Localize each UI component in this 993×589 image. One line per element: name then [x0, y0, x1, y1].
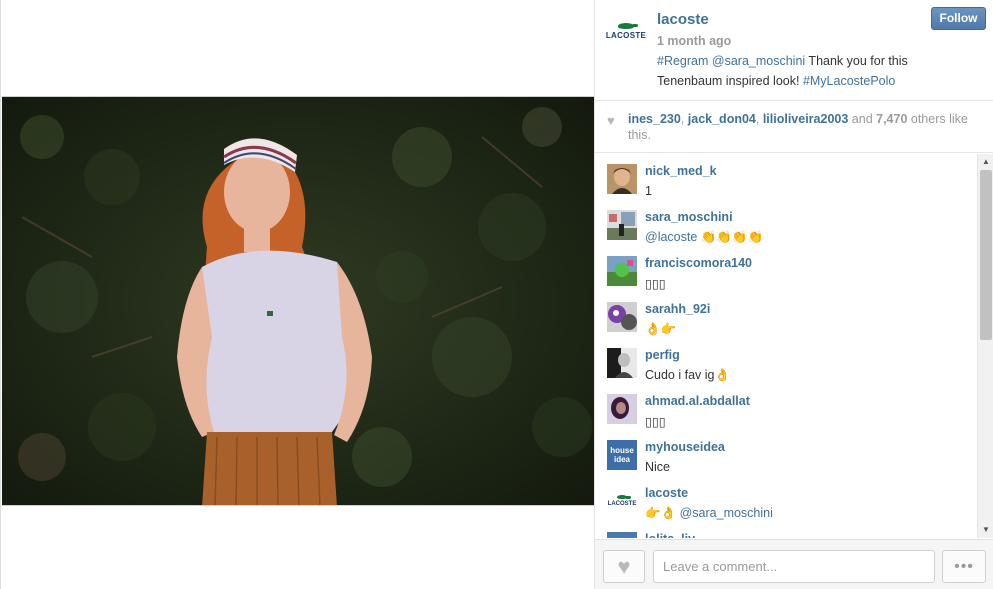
comment-text: @lacoste 👏👏👏👏: [645, 230, 763, 245]
commenter-avatar[interactable]: [607, 532, 637, 538]
owner-avatar-logo: LACOSTE: [605, 30, 647, 40]
comment-item: sara_moschini @lacoste 👏👏👏👏: [595, 200, 978, 246]
comment-text: ▯▯▯: [645, 415, 666, 429]
scroll-thumb[interactable]: [980, 170, 992, 340]
commenter-avatar-logo: LACOSTE: [607, 501, 637, 507]
commenter-avatar[interactable]: house idea: [607, 440, 637, 470]
post-header: LACOSTE lacoste 1 month ago #Regram @sar…: [595, 0, 993, 101]
scroll-up-arrow-icon[interactable]: ▲: [978, 154, 993, 170]
comment-mention[interactable]: @lacoste: [645, 230, 697, 244]
comment-text: Nice: [645, 460, 671, 474]
owner-avatar[interactable]: LACOSTE: [605, 12, 647, 50]
caption-hashtag-regram[interactable]: #Regram: [657, 54, 708, 68]
comment-item: sarahh_92i 👌👉: [595, 292, 978, 338]
commenter-avatar[interactable]: [607, 256, 637, 286]
comment-text: 👉👌 @sara_moschini: [645, 506, 773, 521]
comment-text: 👌👉: [645, 322, 677, 336]
commenter-avatar[interactable]: LACOSTE: [607, 486, 637, 516]
comment-text: 1: [645, 184, 652, 198]
comment-text: ▯▯▯: [645, 277, 666, 291]
follow-button[interactable]: Follow: [931, 7, 986, 30]
comment-item: house idea myhouseidea Nice: [595, 430, 978, 476]
comment-emoji: 👉👌: [645, 506, 680, 520]
commenter-avatar[interactable]: [607, 164, 637, 194]
likes-and: and: [848, 112, 877, 126]
likes-text: ines_230, jack_don04, lilioliveira2003 a…: [628, 111, 978, 143]
likes-summary: ♥ ines_230, jack_don04, lilioliveira2003…: [595, 101, 993, 153]
likes-count[interactable]: 7,470: [876, 112, 907, 126]
comment-list[interactable]: nick_med_k 1 sara_moschini @lacoste 👏👏👏👏…: [595, 154, 978, 538]
post-photo[interactable]: [2, 96, 595, 506]
more-options-button[interactable]: •••: [942, 550, 986, 583]
house-idea-avatar-text: house idea: [610, 446, 634, 464]
comment-mention[interactable]: @sara_moschini: [680, 506, 773, 520]
scroll-down-arrow-icon[interactable]: ▼: [978, 522, 993, 538]
likes-separator: ,: [680, 112, 688, 126]
comment-username[interactable]: sara_moschini: [645, 210, 733, 224]
likes-separator: ,: [755, 112, 763, 126]
comment-username[interactable]: lolita_liv: [645, 532, 695, 538]
caption-hashtag[interactable]: #MyLacostePolo: [803, 74, 895, 88]
comment-item: franciscomora140 ▯▯▯: [595, 246, 978, 292]
comment-username[interactable]: ahmad.al.abdallat: [645, 394, 750, 408]
like-button[interactable]: ♥: [603, 550, 645, 583]
photo-panel: [0, 0, 595, 589]
comment-item: LACOSTE lacoste 👉👌 @sara_moschini: [595, 476, 978, 522]
owner-username[interactable]: lacoste: [657, 11, 709, 28]
comment-text: Cudo i fav ig👌: [645, 368, 731, 382]
comment-item: ahmad.al.abdallat ▯▯▯: [595, 384, 978, 430]
comment-username[interactable]: nick_med_k: [645, 164, 717, 178]
heart-icon: ♥: [617, 554, 631, 579]
caption-mention[interactable]: @sara_moschini: [712, 54, 805, 68]
comment-username[interactable]: franciscomora140: [645, 256, 752, 270]
liker-username[interactable]: jack_don04: [688, 112, 756, 126]
heart-icon: ♥: [607, 113, 615, 128]
comment-item: perfig Cudo i fav ig👌: [595, 338, 978, 384]
comment-scrollbar[interactable]: ▲ ▼: [977, 154, 993, 538]
commenter-avatar[interactable]: [607, 348, 637, 378]
comment-input[interactable]: [653, 550, 935, 583]
post-caption: #Regram @sara_moschini Thank you for thi…: [657, 51, 957, 91]
comment-form: ♥ •••: [595, 539, 993, 589]
comment-username[interactable]: perfig: [645, 348, 680, 362]
post-sidebar: LACOSTE lacoste 1 month ago #Regram @sar…: [594, 0, 993, 589]
commenter-avatar[interactable]: [607, 394, 637, 424]
comment-emoji: 👏👏👏👏: [697, 230, 764, 244]
comment-username[interactable]: lacoste: [645, 486, 688, 500]
commenter-avatar[interactable]: [607, 302, 637, 332]
comment-item: nick_med_k 1: [595, 154, 978, 200]
crocodile-logo-icon: [618, 22, 638, 29]
liker-username[interactable]: ines_230: [628, 112, 681, 126]
comment-username[interactable]: sarahh_92i: [645, 302, 710, 316]
instagram-post-viewer: LACOSTE lacoste 1 month ago #Regram @sar…: [0, 0, 993, 589]
comment-username[interactable]: myhouseidea: [645, 440, 725, 454]
liker-username[interactable]: lilioliveira2003: [763, 112, 848, 126]
crocodile-logo-icon: [617, 495, 631, 499]
comment-item: lolita_liv: [595, 522, 978, 538]
commenter-avatar[interactable]: [607, 210, 637, 240]
post-timestamp[interactable]: 1 month ago: [657, 34, 731, 48]
